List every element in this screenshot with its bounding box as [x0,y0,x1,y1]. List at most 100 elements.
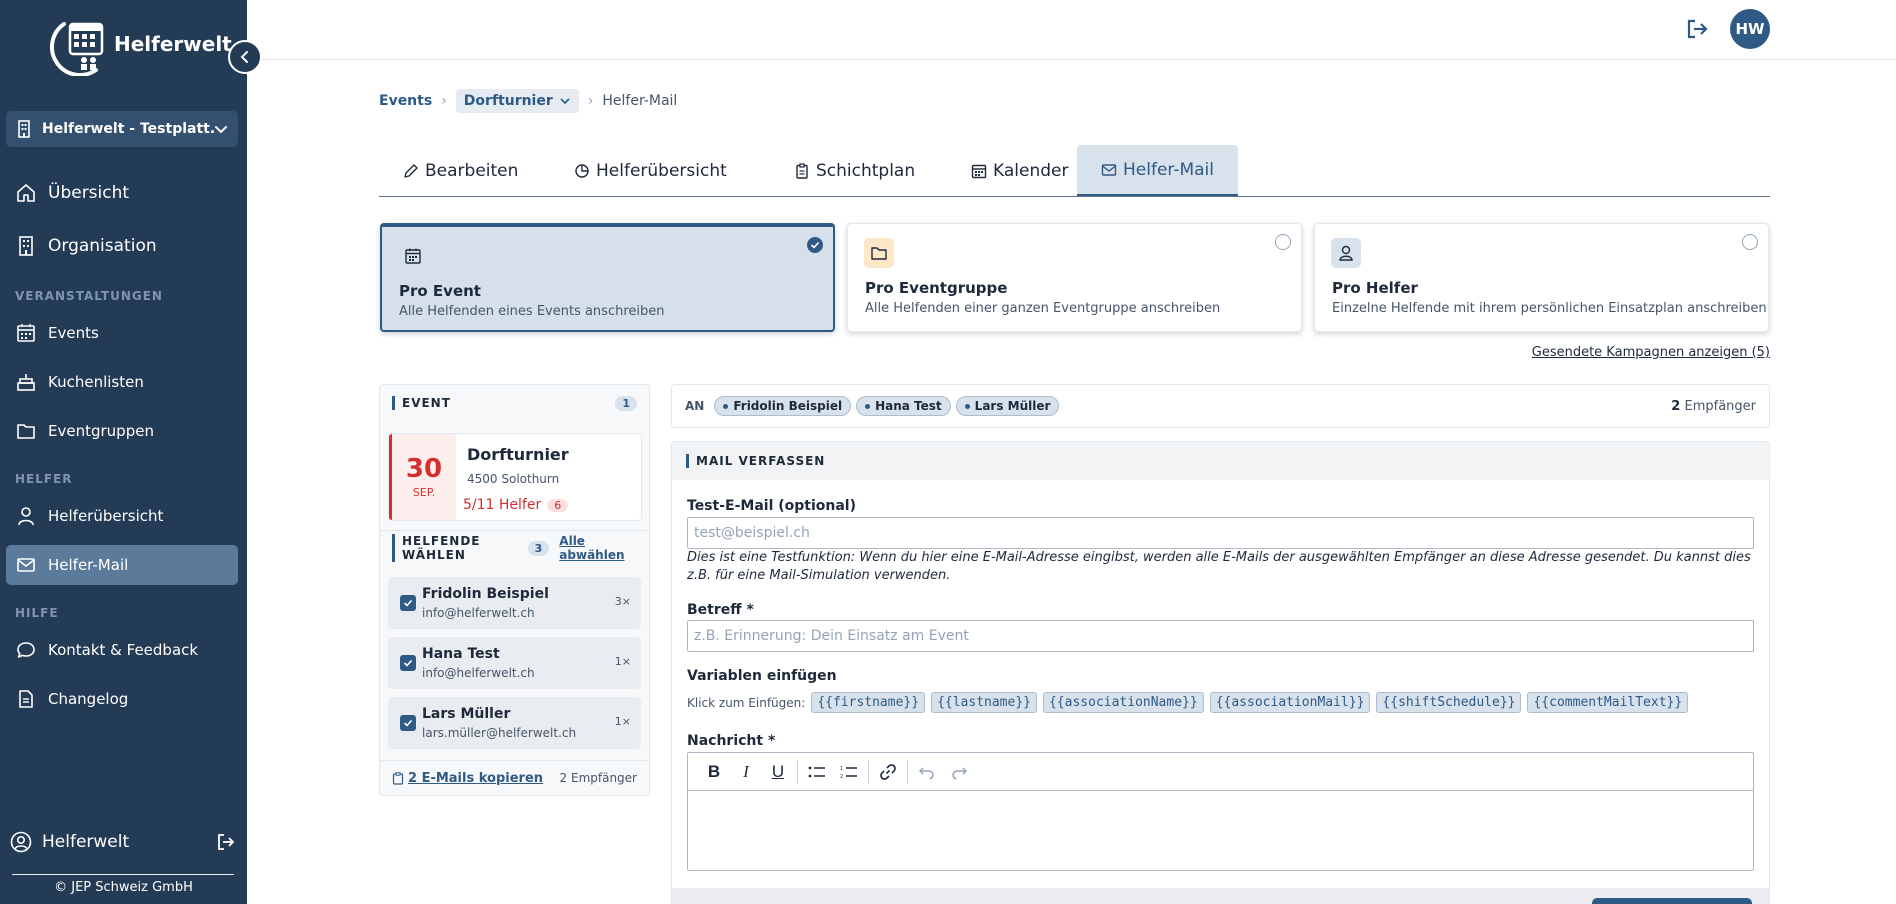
variable-chip[interactable]: {{commentMailText}} [1527,692,1689,713]
event-location: 4500 Solothurn [467,472,560,486]
undo-icon [918,766,934,779]
bullet-list-button[interactable] [801,757,833,787]
calendar-icon [405,248,421,264]
helpers-header: HELFENDE WÄHLEN 3 Alle abwählen [380,533,649,563]
numbered-list-button[interactable]: 12 [833,757,865,787]
variable-chip[interactable]: {{associationName}} [1042,692,1204,713]
user-avatar[interactable]: HW [1730,9,1770,49]
nav-helper-mail[interactable]: Helfer-Mail [6,545,238,585]
redo-icon [952,766,968,779]
send-button[interactable] [1592,898,1752,904]
nav-helper-overview[interactable]: Helferübersicht [6,496,238,536]
redo-button[interactable] [943,757,975,787]
nav-organisation[interactable]: Organisation [6,226,238,266]
mode-icon-wrap [864,238,894,268]
logout-icon[interactable] [216,832,236,852]
tab-shift-plan[interactable]: Schichtplan [770,145,939,196]
user-name: Helferwelt [42,832,130,852]
variable-chip[interactable]: {{firstname}} [811,692,926,713]
sidebar-footer: Helferwelt © JEP Schweiz GmbH [0,823,247,904]
chevron-down-icon [560,98,570,105]
underline-button[interactable]: U [762,757,794,787]
mode-radio-checked[interactable] [807,237,823,253]
recipient-count: 2 Empfänger [559,771,637,785]
link-button[interactable] [872,757,904,787]
nav-helper-mail-label: Helfer-Mail [48,556,129,574]
nav-contact[interactable]: Kontakt & Feedback [6,630,238,670]
breadcrumb-event-select[interactable]: Dorfturnier [455,89,579,113]
tab-helper-mail[interactable]: Helfer-Mail [1077,145,1238,196]
helper-email: info@helferwelt.ch [422,606,535,620]
recipient-chip[interactable]: Fridolin Beispiel [714,396,852,416]
helper-row[interactable]: Fridolin Beispiel info@helferwelt.ch 3× [388,577,641,629]
nav-eventgroups-label: Eventgruppen [48,422,154,440]
event-month: SEP. [412,486,436,499]
helper-row[interactable]: Lars Müller lars.müller@helferwelt.ch 1× [388,697,641,749]
chip-dot [865,403,871,409]
helper-name: Lars Müller [422,706,511,722]
variable-chip[interactable]: {{shiftSchedule}} [1376,692,1522,713]
collapse-sidebar-button[interactable] [228,40,262,74]
message-editor[interactable]: B I U 12 [687,752,1754,871]
breadcrumb-events[interactable]: Events [379,93,432,109]
nav-changelog[interactable]: Changelog [6,679,238,719]
mode-title: Pro Helfer [1332,279,1418,297]
helper-checkbox[interactable] [400,715,416,731]
mode-card-per-event[interactable]: Pro Event Alle Helfenden eines Events an… [380,223,835,332]
helper-shift-count: 3× [614,595,631,608]
undo-button[interactable] [911,757,943,787]
deselect-all-link[interactable]: Alle abwählen [559,534,637,562]
check-icon [403,659,413,667]
tab-edit[interactable]: Bearbeiten [379,145,542,196]
nav-overview[interactable]: Übersicht [6,173,238,213]
user-circle-icon [10,831,32,853]
mode-card-per-eventgroup[interactable]: Pro Eventgruppe Alle Helfenden einer gan… [847,223,1302,332]
organisation-name: Helferwelt - Testplatt... [42,121,214,137]
mode-card-per-helper[interactable]: Pro Helfer Einzelne Helfende mit ihrem p… [1314,223,1769,332]
nav-events[interactable]: Events [6,313,238,353]
italic-button[interactable]: I [730,757,762,787]
subject-input[interactable] [687,620,1754,652]
mode-radio[interactable] [1275,234,1291,250]
bold-button[interactable]: B [698,757,730,787]
logout-icon[interactable] [1685,17,1709,41]
sent-campaigns-link[interactable]: Gesendete Kampagnen anzeigen (5) [1532,345,1770,360]
nav-eventgroups[interactable]: Eventgruppen [6,411,238,451]
tab-helper-overview[interactable]: Helferübersicht [550,145,751,196]
svg-text:2: 2 [840,774,843,779]
helper-row[interactable]: Hana Test info@helferwelt.ch 1× [388,637,641,689]
folder-icon [17,424,35,439]
event-helpers-label: 5/11 Helfer [463,497,542,513]
mode-title: Pro Eventgruppe [865,279,1008,297]
nav-helper-overview-label: Helferübersicht [48,507,164,525]
person-icon [1339,245,1353,261]
recipient-chip[interactable]: Hana Test [856,396,951,416]
mode-radio[interactable] [1742,234,1758,250]
tab-calendar[interactable]: Kalender [947,145,1092,196]
compose-footer [672,888,1769,904]
variable-chip[interactable]: {{lastname}} [931,692,1037,713]
nav-section-events: VERANSTALTUNGEN [15,289,163,303]
toolbar-separator [907,759,908,784]
editor-toolbar: B I U 12 [688,753,1753,791]
toolbar-separator [797,759,798,784]
nav-events-label: Events [48,324,99,342]
event-card[interactable]: 30 SEP. Dorfturnier 4500 Solothurn 5/11 … [388,433,642,521]
helper-shift-count: 1× [614,715,631,728]
mail-icon [1101,163,1117,176]
building-icon [18,120,30,138]
nav-cakes[interactable]: Kuchenlisten [6,362,238,402]
user-row: Helferwelt [10,831,236,853]
home-icon [17,184,35,202]
organisation-select[interactable]: Helferwelt - Testplatt... [6,111,238,147]
variable-chip[interactable]: {{associationMail}} [1209,692,1371,713]
copy-emails-link[interactable]: 2 E-Mails kopieren [408,771,543,786]
compose-section-label: MAIL VERFASSEN [686,454,825,468]
helper-checkbox[interactable] [400,655,416,671]
app-logo[interactable]: Helferwelt [40,18,232,76]
recipient-chip[interactable]: Lars Müller [955,396,1060,416]
helper-checkbox[interactable] [400,595,416,611]
chip-dot [723,403,729,409]
event-helper-count: 5/11 Helfer 6 [463,497,569,513]
test-email-input[interactable] [687,517,1754,549]
